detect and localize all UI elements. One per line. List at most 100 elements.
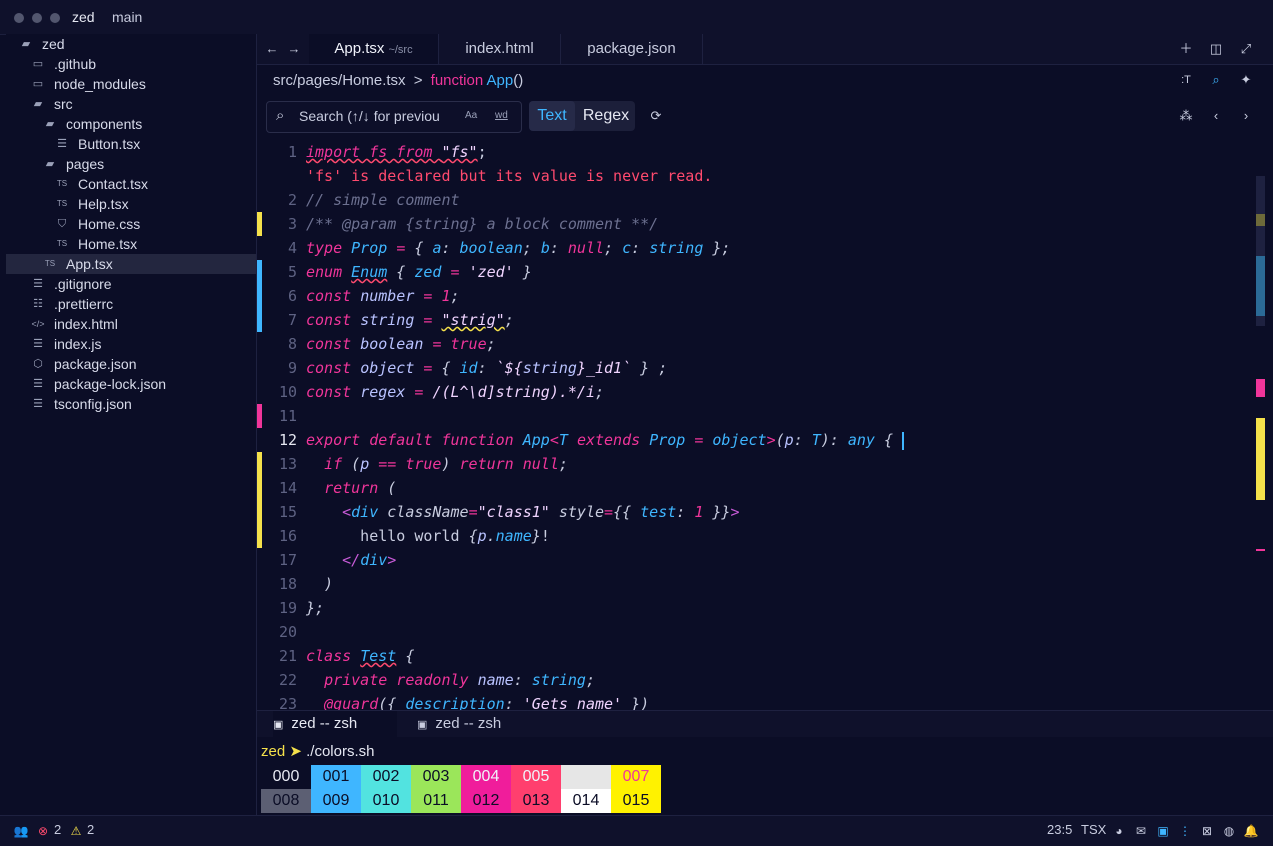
- tab-index-html[interactable]: index.html: [439, 34, 561, 64]
- minimize-window-button[interactable]: [32, 13, 42, 23]
- tree-item-button-tsx[interactable]: ☰ Button.tsx: [6, 134, 256, 154]
- file-lines-icon: ☰: [33, 278, 43, 290]
- terminal-tab-2[interactable]: ▣ zed -- zsh: [417, 711, 541, 737]
- prompt-arrow: ➤: [289, 743, 302, 760]
- cursor-position[interactable]: 23:5: [1047, 822, 1072, 837]
- tree-item-gitignore[interactable]: ☰ .gitignore: [6, 274, 256, 294]
- project-panel: ▰ zed ▭ .github ▭ node_modules ▰ src ▰ c…: [6, 34, 257, 815]
- tree-item-package-lock-json[interactable]: ☰ package-lock.json: [6, 374, 256, 394]
- chevron-left-icon[interactable]: ‹: [1207, 107, 1225, 125]
- regex-mode-button[interactable]: Regex: [577, 101, 635, 131]
- warning-count[interactable]: 2: [87, 822, 94, 837]
- tsx-file-icon: TS: [56, 179, 68, 188]
- folder-icon: ▭: [32, 78, 44, 90]
- diagnostics-icon[interactable]: ⊠: [1199, 823, 1215, 839]
- tree-item-src[interactable]: ▰ src: [6, 94, 256, 114]
- whole-word-toggle[interactable]: wd: [495, 110, 508, 121]
- maximize-icon[interactable]: ⤢: [1237, 40, 1255, 58]
- terminal-panel[interactable]: ▣ zed -- zsh ▣ zed -- zsh zed ➤ ./colors.s…: [257, 710, 1273, 816]
- warning-icon[interactable]: ⚠: [68, 823, 84, 839]
- code-line: };: [306, 599, 325, 617]
- scrollbar[interactable]: [1256, 176, 1265, 556]
- breadcrumb[interactable]: src/pages/Home.tsx > function App(): [273, 71, 523, 91]
- forward-arrow-icon[interactable]: →: [285, 40, 303, 58]
- code-line: class Test {: [306, 647, 415, 665]
- tree-item-label: package.json: [54, 356, 137, 372]
- file-lines-icon: ☰: [33, 338, 43, 350]
- select-all-matches-icon[interactable]: ⁂: [1177, 107, 1195, 125]
- error-icon[interactable]: ⊗: [35, 823, 51, 839]
- terminal-icon: ▣: [273, 719, 284, 731]
- code-line: ): [306, 575, 334, 593]
- close-window-button[interactable]: [14, 13, 24, 23]
- magic-wand-icon[interactable]: ✦: [1237, 71, 1255, 89]
- search-icon[interactable]: ⌕: [1207, 71, 1225, 89]
- scroll-marker: [1256, 214, 1265, 226]
- text-mode-button[interactable]: Text: [529, 101, 575, 131]
- code-line: /** @param {string} a block comment **/: [306, 215, 659, 233]
- line-number: 21: [278, 647, 297, 665]
- line-number: 8: [287, 335, 297, 353]
- color-cell: 013: [511, 789, 561, 813]
- tree-item-label: .prettierrc: [54, 296, 114, 312]
- line-number: 7: [287, 311, 297, 329]
- tree-item-github[interactable]: ▭ .github: [6, 54, 256, 74]
- split-pane-icon[interactable]: ◫: [1207, 40, 1225, 58]
- inbox-icon[interactable]: ✉: [1133, 823, 1149, 839]
- tree-item-home-css[interactable]: ⛉ Home.css: [6, 214, 256, 234]
- tree-item-index-html[interactable]: </> index.html: [6, 314, 256, 334]
- code-line: return (: [324, 479, 397, 497]
- project-name[interactable]: zed: [72, 9, 95, 25]
- tree-item-components[interactable]: ▰ components: [6, 114, 256, 134]
- terminal-tab-label: zed -- zsh: [291, 715, 358, 732]
- terminal-icon[interactable]: ▣: [1155, 823, 1171, 839]
- prompt-command: ./colors.sh: [306, 743, 375, 760]
- branch-name[interactable]: main: [112, 9, 142, 25]
- outline-icon[interactable]: :T: [1177, 71, 1195, 89]
- match-case-toggle[interactable]: Aa: [465, 110, 477, 121]
- tree-item-label: .gitignore: [54, 276, 112, 292]
- project-tree-icon[interactable]: ⋮: [1177, 823, 1193, 839]
- tab-bar: ← → App.tsx ~/src index.html package.json…: [257, 34, 1273, 65]
- tree-item-label: node_modules: [54, 76, 146, 92]
- error-count[interactable]: 2: [54, 822, 61, 837]
- tree-item-index-js[interactable]: ☰ index.js: [6, 334, 256, 354]
- zoom-window-button[interactable]: [50, 13, 60, 23]
- collaborators-icon[interactable]: 👥: [13, 823, 29, 839]
- bell-icon[interactable]: 🔔: [1243, 823, 1259, 839]
- tree-item-node-modules[interactable]: ▭ node_modules: [6, 74, 256, 94]
- scroll-marker: [1256, 256, 1265, 316]
- tree-item-help-tsx[interactable]: TS Help.tsx: [6, 194, 256, 214]
- tree-item-pages[interactable]: ▰ pages: [6, 154, 256, 174]
- tree-item-package-json[interactable]: ⬡ package.json: [6, 354, 256, 374]
- tree-item-contact-tsx[interactable]: TS Contact.tsx: [6, 174, 256, 194]
- terminal-tab-1[interactable]: ▣ zed -- zsh: [273, 711, 397, 737]
- tree-item-prettierrc[interactable]: ☷ .prettierrc: [6, 294, 256, 314]
- back-arrow-icon[interactable]: ←: [263, 40, 281, 58]
- replace-icon[interactable]: ⟳: [647, 107, 665, 125]
- plus-icon[interactable]: ＋: [1177, 40, 1195, 58]
- code-line: type Prop = { a: boolean; b: null; c: st…: [306, 239, 731, 257]
- search-input[interactable]: ⌕ Search (↑/↓ for previou Aa wd: [266, 101, 522, 133]
- file-lines-icon: ☰: [33, 398, 43, 410]
- chat-icon[interactable]: ◍: [1221, 823, 1237, 839]
- copilot-icon[interactable]: ◕: [1111, 823, 1127, 839]
- tree-item-home-tsx[interactable]: TS Home.tsx: [6, 234, 256, 254]
- tab-app-tsx[interactable]: App.tsx ~/src: [309, 34, 439, 64]
- tree-item-label: index.html: [54, 316, 118, 332]
- folder-open-icon: ▰: [21, 38, 31, 50]
- tree-item-zed[interactable]: ▰ zed: [6, 34, 256, 54]
- chevron-right-icon[interactable]: ›: [1237, 107, 1255, 125]
- code-line: <div className="class1" style={{ test: 1…: [342, 503, 740, 521]
- color-cell: 002: [361, 765, 411, 789]
- code-area[interactable]: 1 2 3 4 5 6 7 8 9 10 11 12 13 14 15 16 1…: [257, 140, 1257, 710]
- prompt-directory: zed: [261, 743, 286, 760]
- tree-item-label: pages: [66, 156, 105, 172]
- language-selector[interactable]: TSX: [1081, 822, 1106, 837]
- scroll-marker: [1256, 379, 1265, 397]
- tree-item-label: Help.tsx: [78, 196, 129, 212]
- tab-package-json[interactable]: package.json: [561, 34, 703, 64]
- tree-item-tsconfig-json[interactable]: ☰ tsconfig.json: [6, 394, 256, 414]
- tree-item-app-tsx[interactable]: TS App.tsx: [6, 254, 256, 274]
- line-number: 17: [278, 551, 297, 569]
